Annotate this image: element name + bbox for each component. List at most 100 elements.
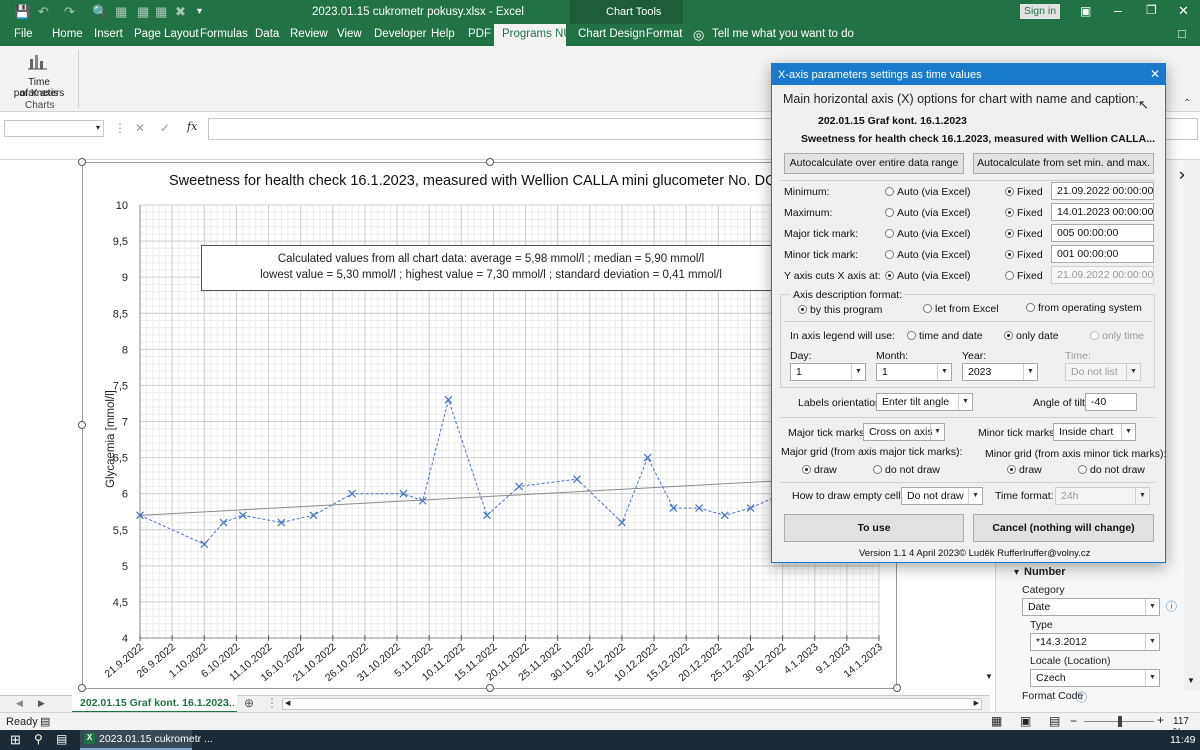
tab-home[interactable]: Home xyxy=(52,28,83,40)
use-button[interactable]: To use xyxy=(784,514,964,542)
number-section[interactable]: Number xyxy=(1024,566,1066,578)
comments-icon[interactable]: □ xyxy=(1178,26,1186,41)
y-cuts-auto-radio[interactable] xyxy=(885,271,894,280)
add-sheet-icon[interactable]: ⊕ xyxy=(244,696,254,710)
minor-grid-draw-radio[interactable] xyxy=(1007,465,1016,474)
minimum-fixed-radio[interactable] xyxy=(1005,187,1014,196)
more-sheets[interactable]: ... xyxy=(226,697,235,709)
from-os-radio[interactable] xyxy=(1026,303,1035,312)
confirm-entry-icon[interactable]: ✓ xyxy=(160,121,170,135)
zoom-in-icon[interactable]: + xyxy=(1157,713,1164,727)
prev-sheet-icon[interactable]: ◀ xyxy=(16,698,23,709)
info-icon[interactable]: ⓘ xyxy=(1076,689,1087,705)
chart-handle[interactable] xyxy=(78,421,86,429)
quick-icon-3[interactable]: ▦ xyxy=(155,4,167,20)
zoom-out-icon[interactable]: − xyxy=(1070,714,1077,728)
cancel-entry-icon[interactable]: ✕ xyxy=(135,121,145,135)
page-break-view-icon[interactable]: ▤ xyxy=(1049,714,1060,728)
tell-me-search[interactable]: Tell me what you want to do xyxy=(712,28,854,40)
info-icon[interactable]: ⓘ xyxy=(1166,598,1177,614)
stats-box[interactable]: Calculated values from all chart data: a… xyxy=(201,245,781,291)
chart-handle[interactable] xyxy=(78,158,86,166)
chart-handle[interactable] xyxy=(486,158,494,166)
chart-handle[interactable] xyxy=(893,684,901,692)
tab-page-layout[interactable]: Page Layout xyxy=(134,28,199,40)
cancel-button[interactable]: Cancel (nothing will change) xyxy=(973,514,1154,542)
sheet-scroll-down-icon[interactable]: ▼ xyxy=(985,672,993,681)
tab-pdf[interactable]: PDF xyxy=(468,28,491,40)
only-date-radio[interactable] xyxy=(1004,331,1013,340)
maximum-input[interactable]: 14.01.2023 00:00:00 xyxy=(1051,203,1154,221)
minor-tick-auto-radio[interactable] xyxy=(885,250,894,259)
taskbar-excel-button[interactable]: X 2023.01.15 cukrometr ... xyxy=(80,730,213,750)
page-layout-view-icon[interactable]: ▣ xyxy=(1020,714,1031,728)
tab-programs-nuf[interactable]: Programs NUF xyxy=(494,24,579,46)
collapse-ribbon-icon[interactable]: ⌃ xyxy=(1183,98,1191,109)
major-ticks-select[interactable]: Cross on axis ▼ xyxy=(863,423,945,441)
insert-function-icon[interactable]: fx xyxy=(187,120,197,133)
minimum-input[interactable]: 21.09.2022 00:00:00 xyxy=(1051,182,1154,200)
autocalc-set-button[interactable]: Autocalculate from set min. and max. xyxy=(973,153,1154,174)
minimum-auto-radio[interactable] xyxy=(885,187,894,196)
type-select[interactable]: *14.3.2012 ▼ xyxy=(1030,633,1160,651)
minimize-icon[interactable]: – xyxy=(1114,2,1122,18)
section-expand-icon[interactable]: ▾ xyxy=(1014,567,1019,578)
chart-title[interactable]: Sweetness for health check 16.1.2023, me… xyxy=(169,173,785,189)
major-grid-draw-radio[interactable] xyxy=(802,465,811,474)
tab-view[interactable]: View xyxy=(337,28,362,40)
pane-scrollbar[interactable]: ▼ xyxy=(1184,160,1200,690)
dialog-close-icon[interactable]: ✕ xyxy=(1150,67,1160,81)
minor-ticks-select[interactable]: Inside chart ▼ xyxy=(1053,423,1136,441)
windows-start-icon[interactable]: ⊞ xyxy=(10,732,21,748)
tab-help[interactable]: Help xyxy=(431,28,455,40)
minor-tick-input[interactable]: 001 00:00:00 xyxy=(1051,245,1154,263)
tab-insert[interactable]: Insert xyxy=(94,28,123,40)
day-select[interactable]: 1 ▼ xyxy=(790,363,866,381)
year-select[interactable]: 2023 ▼ xyxy=(962,363,1038,381)
restore-icon[interactable]: ❐ xyxy=(1146,3,1157,17)
sign-in-button[interactable]: Sign in xyxy=(1020,4,1060,19)
save-icon[interactable]: 💾 xyxy=(14,4,30,20)
tab-developer[interactable]: Developer xyxy=(374,28,426,40)
tab-format[interactable]: Format xyxy=(646,28,682,40)
y-axis-title[interactable]: Glycaemia [mmol/l] xyxy=(105,389,117,489)
major-tick-fixed-radio[interactable] xyxy=(1005,229,1014,238)
scroll-down-icon[interactable]: ▼ xyxy=(1187,676,1195,685)
macro-record-icon[interactable]: ▤ xyxy=(40,715,50,728)
tab-formulas[interactable]: Formulas xyxy=(200,28,248,40)
time-parameters-button[interactable]: Time parameters of X axis xyxy=(4,48,74,99)
y-cuts-fixed-radio[interactable] xyxy=(1005,271,1014,280)
zoom-slider-thumb[interactable] xyxy=(1118,716,1122,727)
only-time-radio[interactable] xyxy=(1090,331,1099,340)
minor-tick-fixed-radio[interactable] xyxy=(1005,250,1014,259)
search-icon[interactable]: ⚲ xyxy=(34,732,43,746)
scroll-right-icon[interactable]: ▶ xyxy=(974,699,979,707)
major-tick-auto-radio[interactable] xyxy=(885,229,894,238)
chart-handle[interactable] xyxy=(78,684,86,692)
time-select[interactable]: Do not list ▼ xyxy=(1065,363,1141,381)
print-preview-icon[interactable]: 🔍 xyxy=(92,4,108,20)
time-format-select[interactable]: 24h ▼ xyxy=(1055,487,1150,505)
close-window-icon[interactable]: ✕ xyxy=(1178,3,1189,19)
time-and-date-radio[interactable] xyxy=(907,331,916,340)
tab-data[interactable]: Data xyxy=(255,28,279,40)
orientation-select[interactable]: Enter tilt angle ▼ xyxy=(876,393,973,411)
maximum-fixed-radio[interactable] xyxy=(1005,208,1014,217)
name-box[interactable]: ▾ xyxy=(4,120,104,137)
tab-file[interactable]: File xyxy=(14,28,33,40)
undo-icon[interactable]: ↶ xyxy=(38,4,49,20)
let-excel-radio[interactable] xyxy=(923,304,932,313)
ribbon-display-icon[interactable]: ▣ xyxy=(1080,4,1091,18)
angle-input[interactable]: -40 xyxy=(1085,393,1137,411)
chart-handle[interactable] xyxy=(486,684,494,692)
scroll-left-icon[interactable]: ◀ xyxy=(285,699,290,707)
minor-grid-notdraw-radio[interactable] xyxy=(1078,465,1087,474)
category-select[interactable]: Date ▼ xyxy=(1022,598,1160,616)
quick-icon-2[interactable]: ▦ xyxy=(137,4,149,20)
redo-icon[interactable]: ↷ xyxy=(64,4,75,20)
autocalc-full-button[interactable]: Autocalculate over entire data range xyxy=(784,153,964,174)
task-view-icon[interactable]: ▤ xyxy=(56,732,67,746)
tab-review[interactable]: Review xyxy=(290,28,328,40)
sheet-tab-active[interactable]: 202.01.15 Graf kont. 16.1.2023 xyxy=(72,695,237,713)
tab-chart-design[interactable]: Chart Design xyxy=(578,28,645,40)
